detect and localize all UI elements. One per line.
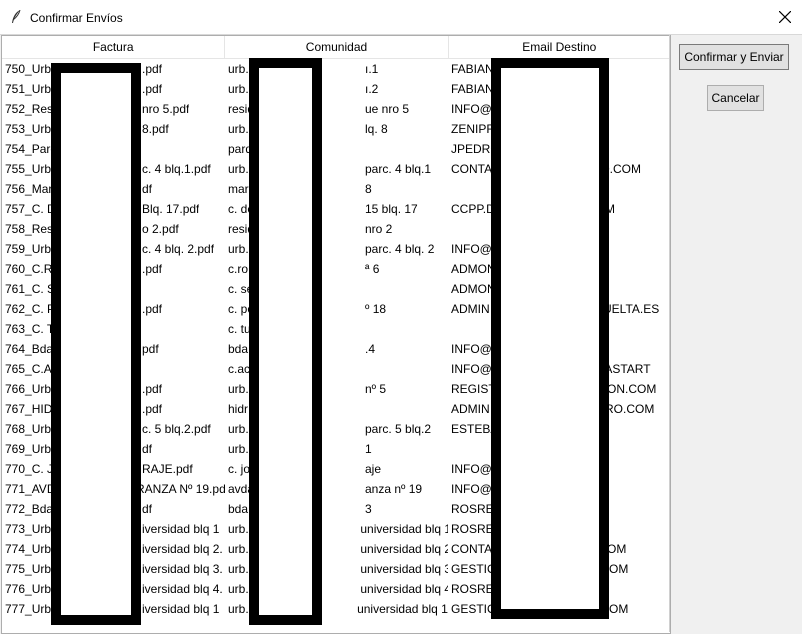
- cell-text-visible-end: 1: [365, 442, 372, 456]
- cell-text-visible-end: iversidad blq 2.: [142, 542, 223, 556]
- redaction-box-email: [491, 58, 609, 619]
- cell-text-visible-end: parc. 4 blq. 2: [365, 242, 435, 256]
- cell-text-visible-end: nº 5: [365, 382, 387, 396]
- cell-text-visible-end: ı.2: [365, 82, 379, 96]
- cell-text-visible-end: o 2.pdf: [142, 222, 179, 236]
- cell-text-visible-end: parc. 4 blq.1: [365, 162, 432, 176]
- column-header-email[interactable]: Email Destino: [447, 36, 670, 58]
- title-bar: Confirmar Envíos: [0, 0, 802, 35]
- cell-text-visible-end: º 18: [365, 302, 387, 316]
- cell-text-visible-end: .pdf: [142, 82, 163, 96]
- cell-text-visible-end: df: [142, 442, 153, 456]
- cell-text-visible-end: .pdf: [142, 302, 163, 316]
- cell-text-visible-end: c. 4 blq. 2.pdf: [142, 242, 215, 256]
- cell-text-visible-end: anza nº 19: [365, 482, 423, 496]
- cell-text-visible-end: lq. 8: [365, 122, 388, 136]
- window-title: Confirmar Envíos: [30, 11, 123, 25]
- cell-text-visible-end: 8.pdf: [142, 122, 169, 136]
- cell-text-visible-end: iversidad blq 1: [142, 522, 220, 536]
- cell-text-visible-end: .pdf: [142, 402, 163, 416]
- cell-text-visible-end: 3: [365, 502, 372, 516]
- cell-text-visible-end: universidad blq 1: [360, 522, 448, 536]
- cell-text-visible-end: ı.1: [365, 62, 379, 76]
- table-border: [669, 35, 670, 632]
- cell-text-visible-end: ue nro 5: [365, 102, 410, 116]
- cell-text-visible-end: 15 blq. 17: [365, 202, 418, 216]
- cell-text-visible-end: iversidad blq 4.: [142, 582, 223, 596]
- cell-text-visible-end: iversidad blq 3.: [142, 562, 223, 576]
- cell-text-visible-end: df: [142, 182, 153, 196]
- cell-text-visible-end: .pdf: [142, 262, 163, 276]
- cell-text-visible-end: universidad blq 2: [360, 542, 448, 556]
- cell-text-visible-end: c. 4 blq.1.pdf: [142, 162, 211, 176]
- cell-text-visible-end: RANZA Nº 19.pdf: [135, 482, 225, 496]
- cell-text-visible-end: RAJE.pdf: [142, 462, 193, 476]
- close-icon: [779, 11, 791, 23]
- feather-icon: [10, 9, 22, 27]
- cell-text-visible-end: Blq. 17.pdf: [142, 202, 200, 216]
- cell-text-visible-end: c. 5 blq.2.pdf: [142, 422, 211, 436]
- column-header-comunidad[interactable]: Comunidad: [224, 36, 447, 58]
- cell-text-visible-end: universidad blq 3: [360, 562, 448, 576]
- column-header-factura[interactable]: Factura: [2, 36, 224, 58]
- cell-text-visible-end: parc. 5 blq.2: [365, 422, 432, 436]
- cell-text-visible-end: .pdf: [142, 62, 163, 76]
- cell-text-visible-end: .pdf: [142, 382, 163, 396]
- cell-text-visible-end: aje: [365, 462, 382, 476]
- cell-text-visible-end: ª 6: [365, 262, 380, 276]
- cell-text-visible-end: universidad blq 11: [357, 602, 448, 616]
- cell-text-visible-end: 8: [365, 182, 372, 196]
- cell-text-visible-end: .4: [365, 342, 376, 356]
- cell-text-visible-end: pdf: [142, 342, 159, 356]
- cell-text-visible-end: universidad blq 4: [360, 582, 448, 596]
- cell-text-visible-end: iversidad blq 1: [142, 602, 220, 616]
- cell-text-visible-end: nro 5.pdf: [142, 102, 190, 116]
- envios-table[interactable]: Factura Comunidad Email Destino 750_Urb.…: [1, 35, 671, 634]
- redaction-box-comunidad: [249, 58, 322, 625]
- cell-text-visible-end: df: [142, 502, 153, 516]
- table-header: Factura Comunidad Email Destino: [2, 36, 670, 59]
- redaction-box-factura: [51, 63, 141, 625]
- cancel-button[interactable]: Cancelar: [707, 85, 764, 111]
- cell-text-visible-end: nro 2: [365, 222, 393, 236]
- close-button[interactable]: [768, 0, 802, 34]
- confirm-send-button[interactable]: Confirmar y Enviar: [679, 44, 789, 70]
